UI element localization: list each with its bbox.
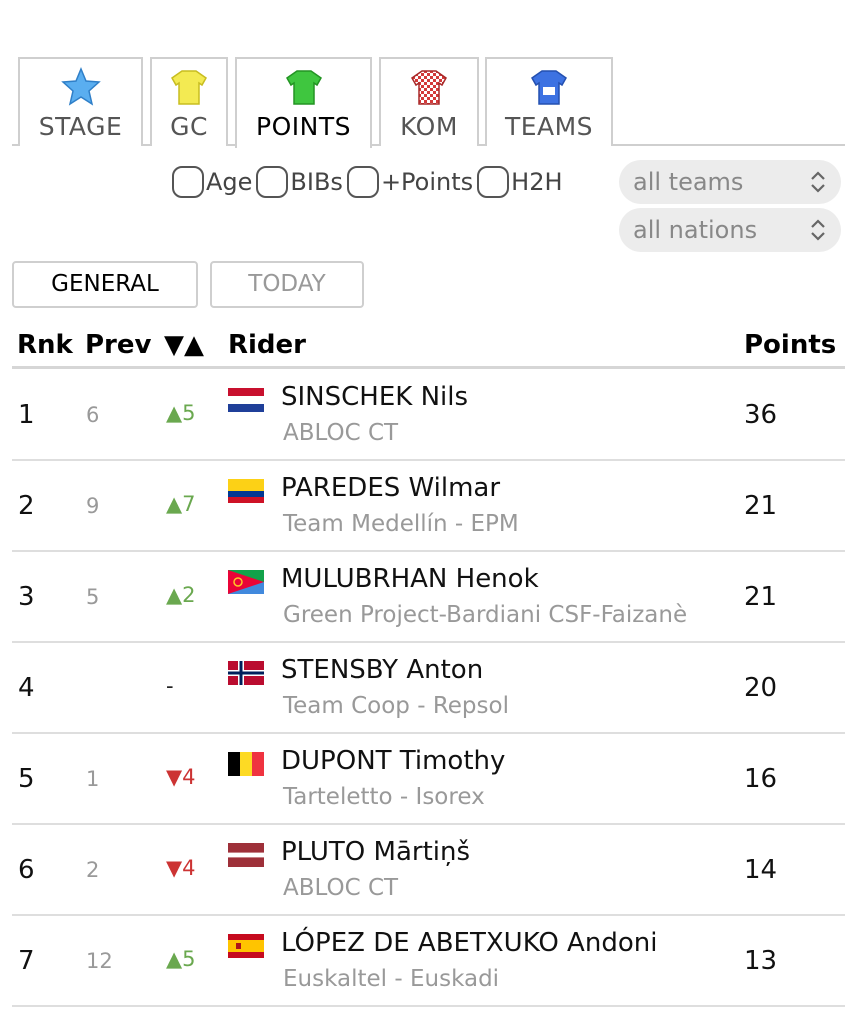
rank-cell: 6 [18, 855, 35, 885]
checkbox-box[interactable] [172, 166, 204, 198]
delta-cell: ▲5 [166, 947, 196, 971]
table-row[interactable]: 6 2 ▼4 PLUTO Mārtiņš ABLOC CT 14 [12, 825, 845, 916]
rank-cell: 1 [18, 400, 35, 430]
team-select-value: all teams [633, 168, 744, 196]
rank-cell: 2 [18, 491, 35, 521]
rank-cell: 4 [18, 673, 35, 703]
delta-cell: ▼4 [166, 856, 196, 880]
checkbox-box[interactable] [477, 166, 510, 198]
delta-cell: ▲5 [166, 401, 196, 425]
prev-cell: 2 [86, 858, 100, 882]
colombia-flag-icon [228, 479, 264, 503]
points-checkbox[interactable]: +Points [346, 166, 474, 198]
delta-cell: - [166, 674, 174, 698]
team-name-link[interactable]: ABLOC CT [283, 420, 398, 446]
points-cell: 21 [744, 582, 778, 612]
points-checkbox-label: +Points [380, 168, 474, 196]
team-name-link[interactable]: Team Medellín - EPM [283, 511, 519, 537]
rider-name-link[interactable]: LÓPEZ DE ABETXUKO Andoni [281, 928, 657, 958]
points-cell: 13 [744, 946, 778, 976]
rider-name-link[interactable]: STENSBY Anton [281, 655, 483, 685]
delta-cell: ▲2 [166, 583, 196, 607]
points-cell: 14 [744, 855, 778, 885]
tab-stage[interactable]: STAGE [18, 57, 143, 146]
delta-cell: ▲7 [166, 492, 196, 516]
rider-header[interactable]: Rider [228, 330, 306, 360]
table-row[interactable]: 7 12 ▲5 LÓPEZ DE ABETXUKO Andoni Euskalt… [12, 916, 845, 1007]
table-row[interactable]: 5 1 ▼4 DUPONT Timothy Tarteletto - Isore… [12, 734, 845, 825]
table-row[interactable]: 3 5 ▲2 MULUBRHAN Henok Green Project-Bar… [12, 552, 845, 643]
classification-tabs: STAGE GC POINTS KOM TEAMS [12, 57, 845, 148]
nation-select-value: all nations [633, 216, 758, 244]
rank-cell: 7 [18, 946, 35, 976]
checkbox-box[interactable] [346, 166, 379, 198]
rank-header[interactable]: Rnk [17, 330, 73, 360]
prev-cell: 5 [86, 585, 100, 609]
tab-teams[interactable]: TEAMS [485, 57, 613, 146]
tab-kom[interactable]: KOM [379, 57, 479, 146]
green-jersey-icon [285, 70, 322, 105]
team-name-link[interactable]: Euskaltel - Euskadi [283, 966, 499, 992]
tab-kom-label: KOM [400, 112, 458, 141]
prev-header[interactable]: Prev [85, 330, 151, 360]
table-row[interactable]: 1 6 ▲5 SINSCHEK Nils ABLOC CT 36 [12, 370, 845, 461]
prev-cell: 1 [86, 767, 100, 791]
today-button[interactable]: TODAY [210, 261, 364, 308]
tab-points[interactable]: POINTS [235, 57, 372, 148]
bibs-checkbox[interactable]: BIBs [256, 166, 343, 198]
bibs-checkbox-label: BIBs [290, 168, 343, 196]
tab-teams-label: TEAMS [504, 112, 594, 141]
prev-cell: 9 [86, 494, 100, 518]
points-cell: 20 [744, 673, 778, 703]
checkbox-box[interactable] [256, 166, 289, 198]
latvia-flag-icon [228, 843, 264, 867]
prev-cell: 12 [86, 949, 113, 973]
points-cell: 36 [744, 400, 778, 430]
team-name-link[interactable]: Team Coop - Repsol [283, 693, 509, 719]
team-name-link[interactable]: Tarteletto - Isorex [283, 784, 485, 810]
rank-cell: 5 [18, 764, 35, 794]
spain-flag-icon [228, 934, 264, 958]
prev-cell: 6 [86, 403, 100, 427]
points-cell: 21 [744, 491, 778, 521]
table-header: Rnk Prev ▼▲ Rider Points [12, 325, 845, 369]
tab-gc-label: GC [170, 112, 208, 141]
select-chevron-icon [811, 171, 825, 193]
h2h-checkbox[interactable]: H2H [477, 166, 563, 198]
rider-name-link[interactable]: PLUTO Mārtiņš [281, 837, 470, 867]
team-name-link[interactable]: ABLOC CT [283, 875, 398, 901]
filter-options: Age BIBs +Points H2H [172, 160, 567, 204]
blue-jersey-icon [531, 70, 567, 105]
table-row[interactable]: 4 - STENSBY Anton Team Coop - Repsol 20 [12, 643, 845, 734]
select-chevron-icon [811, 219, 825, 241]
rider-name-link[interactable]: PAREDES Wilmar [281, 473, 500, 503]
table-row[interactable]: 2 9 ▲7 PAREDES Wilmar Team Medellín - EP… [12, 461, 845, 552]
points-cell: 16 [744, 764, 778, 794]
rider-name-link[interactable]: MULUBRHAN Henok [281, 564, 539, 594]
age-checkbox-label: Age [206, 168, 253, 196]
norway-flag-icon [228, 661, 264, 685]
yellow-jersey-icon [171, 70, 207, 105]
belgium-flag-icon [228, 752, 264, 776]
general-button[interactable]: GENERAL [12, 261, 198, 308]
tab-points-label: POINTS [256, 112, 351, 141]
checkered-jersey-icon [411, 70, 447, 105]
star-icon [60, 67, 101, 106]
age-checkbox[interactable]: Age [172, 166, 252, 198]
tab-stage-label: STAGE [38, 112, 123, 141]
rider-name-link[interactable]: DUPONT Timothy [281, 746, 505, 776]
rider-name-link[interactable]: SINSCHEK Nils [281, 382, 468, 412]
delta-cell: ▼4 [166, 765, 196, 789]
rank-cell: 3 [18, 582, 35, 612]
tab-gc[interactable]: GC [150, 57, 228, 146]
eritrea-flag-icon [228, 570, 264, 594]
h2h-checkbox-label: H2H [511, 168, 563, 196]
delta-header[interactable]: ▼▲ [164, 330, 204, 360]
netherlands-flag-icon [228, 388, 264, 412]
team-select[interactable]: all teams [619, 160, 841, 204]
nation-select[interactable]: all nations [619, 208, 841, 252]
points-header[interactable]: Points [744, 330, 836, 360]
team-name-link[interactable]: Green Project-Bardiani CSF-Faizanè [283, 602, 687, 628]
